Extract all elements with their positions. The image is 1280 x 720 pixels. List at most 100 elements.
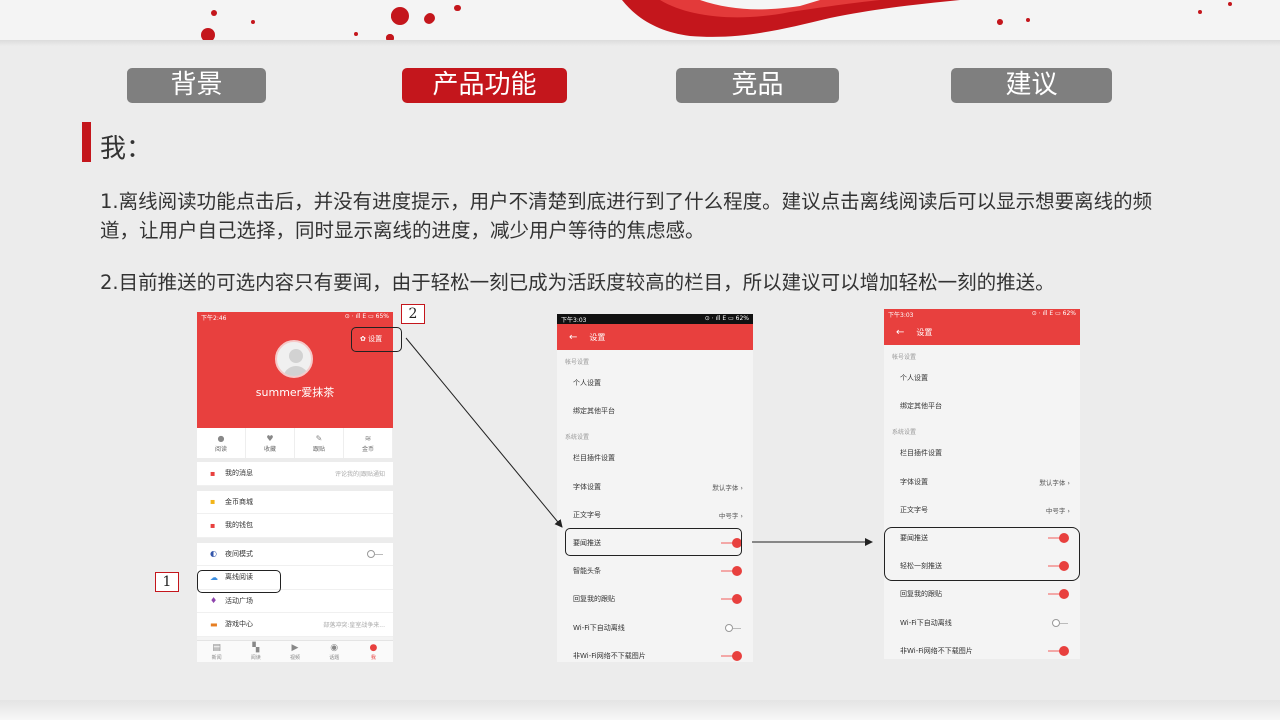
avatar[interactable]	[275, 340, 313, 378]
status-bar: 下午2:46 ⊙ ⋅ ıll E ▭ 65%	[197, 312, 393, 322]
quick-item-read[interactable]: ● 阅读	[197, 428, 246, 458]
toggle-on[interactable]	[1048, 645, 1070, 656]
play-icon: ▶	[291, 643, 299, 653]
setting-label: 正文字号	[573, 510, 601, 519]
quick-label: 阅读	[214, 446, 227, 453]
setting-bind-platforms[interactable]: 绑定其他平台	[557, 397, 753, 425]
bottom-band	[0, 700, 1280, 720]
arrow-to-settings	[405, 337, 563, 528]
menu-item-activity-square[interactable]: ♦ 活动广场	[197, 589, 393, 613]
setting-smart-headlines[interactable]: 智能头条	[557, 557, 753, 585]
setting-label: 栏目插件设置	[900, 449, 942, 458]
setting-personal[interactable]: 个人设置	[884, 364, 1080, 392]
status-time: 下午2:46	[201, 315, 227, 322]
highlight-headline-push	[565, 528, 742, 556]
menu-item-coin-mall[interactable]: ▪ 金币商城	[197, 490, 393, 514]
setting-bind-platforms[interactable]: 绑定其他平台	[884, 392, 1080, 420]
bottom-nav-topics[interactable]: ◉ 话题	[315, 641, 354, 662]
night-mode-toggle[interactable]	[367, 549, 385, 558]
highlight-offline-reading	[197, 570, 281, 593]
coin-icon: ≋	[364, 434, 372, 443]
quick-item-favorites[interactable]: ♥ 收藏	[246, 428, 295, 458]
phone-screenshot-profile: 下午2:46 ⊙ ⋅ ıll E ▭ 65% ✿ 设置 summer爱抹茶 ● 阅…	[197, 312, 393, 662]
menu-hint: 部落冲突:皇室战争来...	[323, 621, 385, 629]
setting-label: Wi-Fi下自动离线	[900, 618, 952, 627]
menu-item-messages[interactable]: ▪ 我的消息 评论我的|跟贴通知	[197, 462, 393, 486]
balloon-icon: ♦	[210, 596, 218, 606]
setting-label: 栏目插件设置	[573, 454, 615, 463]
setting-reply-comments[interactable]: 回复我的跟贴	[557, 585, 753, 613]
message-icon: ▪	[210, 468, 216, 478]
tab-suggestions[interactable]: 建议	[951, 68, 1112, 103]
setting-value: 中号字 ›	[1045, 506, 1070, 515]
user-icon: ●	[369, 643, 378, 653]
quick-item-coins[interactable]: ≋ 金币	[344, 428, 393, 458]
menu-item-game-center[interactable]: ▬ 游戏中心 部落冲突:皇室战争来...	[197, 613, 393, 637]
setting-wifi-offline[interactable]: Wi-Fi下自动离线	[557, 614, 753, 642]
tab-product-features[interactable]: 产品功能	[402, 68, 567, 103]
pencil-icon: ✎	[315, 434, 323, 443]
group-label-system: 系统设置	[565, 434, 590, 442]
tab-competitors[interactable]: 竞品	[676, 68, 839, 103]
bottom-nav-me[interactable]: ● 我	[354, 641, 393, 662]
setting-font-size[interactable]: 正文字号 中号字 ›	[884, 496, 1080, 524]
tab-background[interactable]: 背景	[127, 68, 266, 103]
setting-label: 非Wi-Fi网络不下载图片	[900, 646, 973, 655]
chat-icon: ◉	[330, 643, 339, 653]
back-arrow-icon[interactable]: ←	[569, 332, 577, 343]
bottom-nav: ▤ 新闻 ▚ 阅读 ▶ 视频 ◉ 话题 ● 我	[197, 640, 393, 662]
menu-hint: 评论我的|跟贴通知	[334, 470, 385, 478]
menu-label: 夜间模式	[225, 549, 253, 558]
mall-icon: ▪	[210, 497, 216, 507]
callout-1: 1	[155, 572, 179, 592]
group-label-account: 帐号设置	[565, 359, 590, 366]
status-icons: ⊙ ⋅ ıll E ▭ 62%	[1031, 310, 1076, 317]
paragraph-2: 2.目前推送的可选内容只有要闻，由于轻松一刻已成为活跃度较高的栏目，所以建议可以…	[100, 271, 1055, 294]
gamepad-icon: ▬	[210, 619, 218, 629]
setting-label: Wi-Fi下自动离线	[573, 623, 625, 632]
setting-label: 智能头条	[573, 567, 601, 576]
settings-title: 设置	[916, 327, 933, 337]
book-icon: ▚	[252, 643, 260, 653]
settings-title: 设置	[589, 332, 606, 342]
toggle-off[interactable]	[725, 623, 743, 632]
highlight-settings-button	[351, 327, 402, 352]
menu-item-night-mode[interactable]: ◐ 夜间模式	[197, 542, 393, 566]
setting-no-images-mobile[interactable]: 非Wi-Fi网络不下载图片	[884, 637, 1080, 659]
toggle-on[interactable]	[721, 594, 743, 605]
banner-shadow	[0, 40, 1280, 46]
setting-no-images-mobile[interactable]: 非Wi-Fi网络不下载图片	[557, 642, 753, 662]
quick-item-comments[interactable]: ✎ 跟贴	[295, 428, 344, 458]
status-bar: 下午3:03 ⊙ ⋅ ıll E ▭ 62%	[884, 309, 1080, 319]
setting-column-plugins[interactable]: 栏目插件设置	[884, 439, 1080, 467]
bottom-nav-reading[interactable]: ▚ 阅读	[236, 641, 275, 662]
menu-item-wallet[interactable]: ▪ 我的钱包	[197, 514, 393, 538]
menu-label: 我的钱包	[225, 521, 253, 530]
toggle-on[interactable]	[721, 566, 743, 577]
toggle-on[interactable]	[1048, 589, 1070, 600]
setting-font[interactable]: 字体设置 默认字体 ›	[557, 473, 753, 501]
status-time: 下午3:03	[561, 317, 587, 324]
setting-label: 个人设置	[573, 379, 601, 388]
setting-column-plugins[interactable]: 栏目插件设置	[557, 444, 753, 472]
setting-personal[interactable]: 个人设置	[557, 369, 753, 397]
setting-font-size[interactable]: 正文字号 中号字 ›	[557, 501, 753, 529]
section-accent-bar	[82, 122, 91, 162]
toggle-on[interactable]	[721, 650, 743, 661]
heart-icon: ♥	[266, 434, 274, 443]
section-title: 我：	[100, 134, 153, 164]
back-arrow-icon[interactable]: ←	[896, 327, 904, 338]
bottom-nav-news[interactable]: ▤ 新闻	[197, 641, 236, 662]
setting-reply-comments[interactable]: 回复我的跟贴	[884, 580, 1080, 608]
setting-wifi-offline[interactable]: Wi-Fi下自动离线	[884, 609, 1080, 637]
setting-value: 默认字体 ›	[712, 483, 743, 492]
bottom-nav-label: 阅读	[250, 655, 261, 661]
bottom-nav-label: 话题	[329, 655, 340, 661]
setting-font[interactable]: 字体设置 默认字体 ›	[884, 468, 1080, 496]
top-banner	[0, 0, 1280, 44]
phone-screenshot-settings-before: 下午3:03 ⊙ ⋅ ıll E ▭ 62% ← 设置 帐号设置 个人设置 绑定其…	[557, 314, 753, 662]
setting-label: 回复我的跟贴	[573, 595, 615, 604]
bottom-nav-label: 我	[370, 655, 376, 661]
bottom-nav-video[interactable]: ▶ 视频	[275, 641, 314, 662]
toggle-off[interactable]	[1052, 618, 1070, 627]
